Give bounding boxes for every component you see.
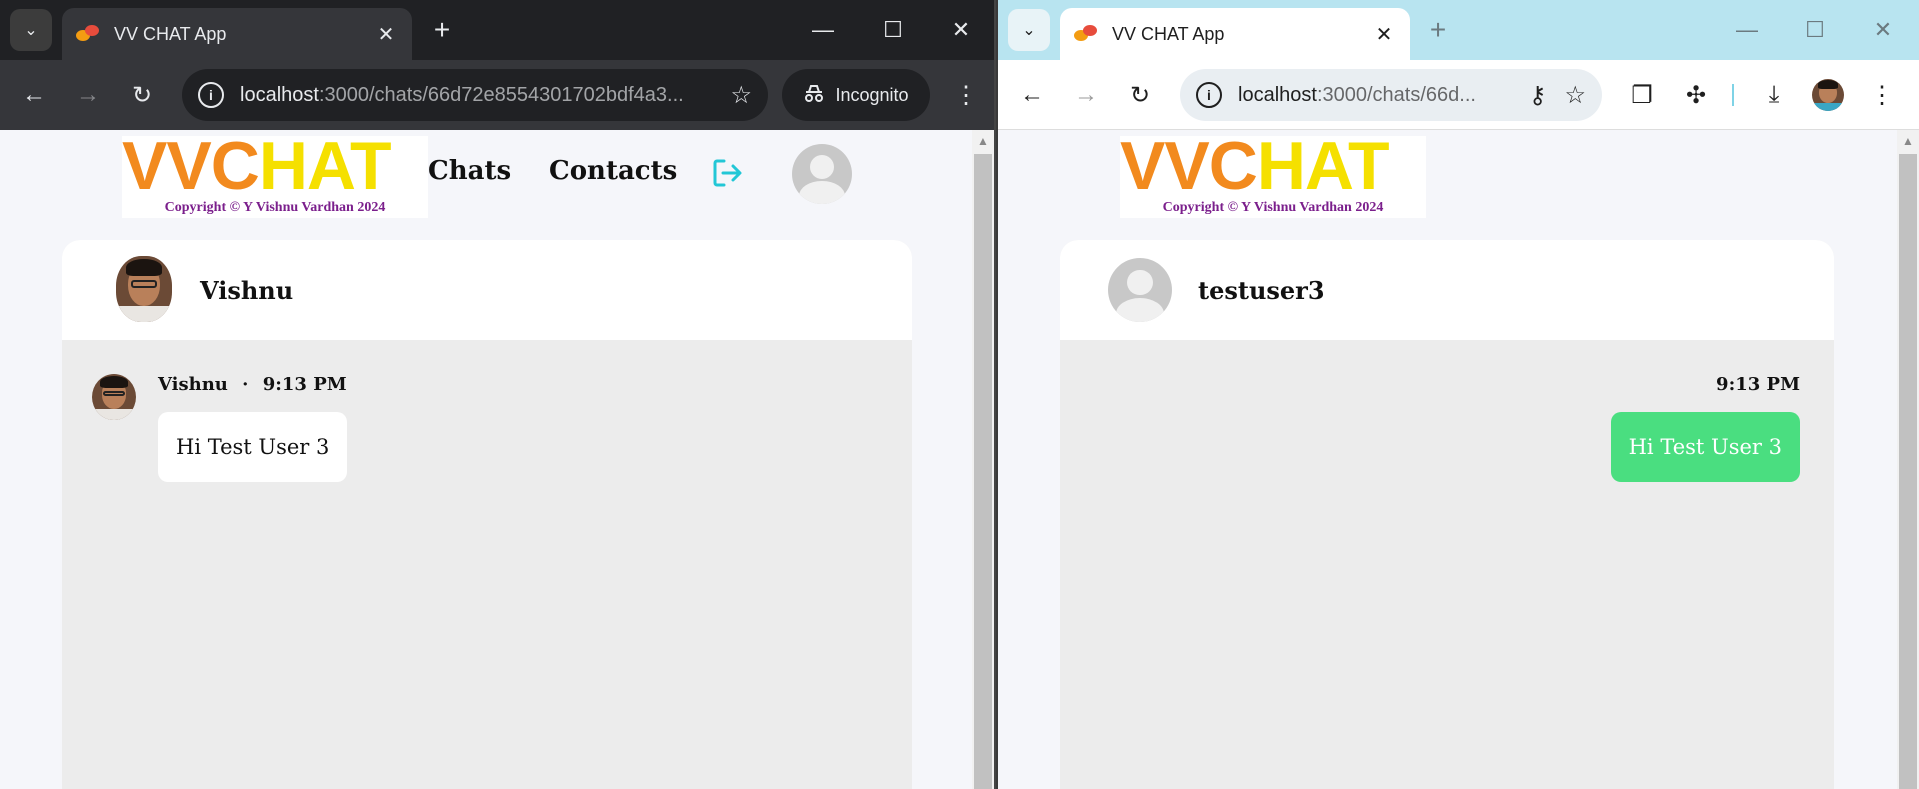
tab-search-button[interactable]: ⌄ bbox=[1008, 9, 1050, 51]
copyright-text: Copyright © Y Vishnu Vardhan 2024 bbox=[164, 200, 386, 215]
logo-wordmark: VVCHAT bbox=[1120, 130, 1390, 204]
maximize-button[interactable]: ☐ bbox=[858, 0, 928, 60]
extensions-puzzle-icon[interactable]: ✣ bbox=[1678, 77, 1714, 113]
site-info-icon[interactable]: i bbox=[198, 82, 224, 108]
meta-separator: · bbox=[242, 374, 249, 395]
password-key-icon[interactable]: ⚷ bbox=[1529, 81, 1547, 110]
profile-avatar[interactable] bbox=[1812, 79, 1844, 111]
reading-list-icon[interactable]: ❐ bbox=[1624, 77, 1660, 113]
toolbar-divider bbox=[1732, 84, 1734, 106]
page-viewport: VVCHAT Copyright © Y Vishnu Vardhan 2024… bbox=[998, 130, 1919, 789]
tab-search-button[interactable]: ⌄ bbox=[10, 9, 52, 51]
chat-bubbles-favicon-icon bbox=[1074, 24, 1098, 44]
message-bubble-received[interactable]: Hi Test User 3 bbox=[158, 412, 348, 482]
chat-panel: testuser3 9:13 PM Hi Test User 3 bbox=[1060, 240, 1834, 789]
bookmark-star-icon[interactable]: ☆ bbox=[1564, 81, 1586, 110]
chevron-down-icon: ⌄ bbox=[1022, 22, 1036, 39]
message-sender: Vishnu bbox=[158, 374, 228, 395]
page-scrollbar[interactable]: ▲ bbox=[1897, 130, 1919, 789]
vvchat-logo[interactable]: VVCHAT Copyright © Y Vishnu Vardhan 2024 bbox=[122, 130, 428, 218]
url-text: localhost:3000/chats/66d... bbox=[1238, 83, 1476, 106]
user-avatar[interactable] bbox=[792, 144, 852, 204]
address-bar[interactable]: i localhost:3000/chats/66d72e8554301702b… bbox=[182, 69, 768, 121]
tab-title: VV CHAT App bbox=[114, 23, 227, 44]
message-bubble-sent[interactable]: Hi Test User 3 bbox=[1610, 412, 1800, 482]
browser-toolbar: ← → ↻ i localhost:3000/chats/66d... ⚷ ☆ … bbox=[998, 60, 1919, 130]
more-menu-icon[interactable]: ⋮ bbox=[948, 77, 984, 113]
browser-window: ⌄ VV CHAT App ✕ + — ☐ ✕ ← → ↻ i localhos… bbox=[998, 0, 1919, 789]
chat-header: Vishnu bbox=[62, 240, 912, 340]
browser-tab[interactable]: VV CHAT App ✕ bbox=[62, 8, 412, 60]
minimize-button[interactable]: — bbox=[1712, 0, 1782, 60]
browser-toolbar: ← → ↻ i localhost:3000/chats/66d72e85543… bbox=[0, 60, 994, 130]
message-meta: Vishnu · 9:13 PM bbox=[158, 374, 347, 395]
maximize-button[interactable]: ☐ bbox=[1780, 0, 1850, 60]
title-bar: ⌄ VV CHAT App ✕ + — ☐ ✕ bbox=[0, 0, 994, 60]
page-scrollbar[interactable]: ▲ bbox=[972, 130, 994, 789]
address-bar[interactable]: i localhost:3000/chats/66d... ⚷ ☆ bbox=[1180, 69, 1602, 121]
message-time: 9:13 PM bbox=[1716, 374, 1800, 395]
url-text: localhost:3000/chats/66d72e8554301702bdf… bbox=[240, 83, 684, 106]
reload-icon[interactable]: ↻ bbox=[124, 77, 160, 113]
download-icon[interactable]: ⤓ bbox=[1756, 77, 1792, 113]
contact-avatar[interactable] bbox=[1108, 258, 1172, 322]
browser-tab[interactable]: VV CHAT App ✕ bbox=[1060, 8, 1410, 60]
chat-header: testuser3 bbox=[1060, 240, 1834, 340]
chat-partner-name: Vishnu bbox=[200, 276, 294, 305]
message-sender-avatar bbox=[92, 374, 136, 420]
chat-panel: Vishnu Vishnu · 9:13 PM Hi Test User 3 bbox=[62, 240, 912, 789]
close-window-button[interactable]: ✕ bbox=[1848, 0, 1918, 60]
incognito-label: Incognito bbox=[835, 84, 909, 105]
close-tab-icon[interactable]: ✕ bbox=[1372, 22, 1396, 47]
chat-bubbles-favicon-icon bbox=[76, 24, 100, 44]
new-tab-button[interactable]: + bbox=[424, 12, 460, 48]
logo-wordmark: VVCHAT bbox=[122, 130, 392, 204]
logout-icon[interactable] bbox=[710, 156, 744, 190]
close-tab-icon[interactable]: ✕ bbox=[374, 22, 398, 47]
chat-partner-name: testuser3 bbox=[1198, 276, 1325, 305]
nav-chats-link[interactable]: Chats bbox=[428, 156, 511, 186]
tab-title: VV CHAT App bbox=[1112, 23, 1225, 44]
browser-window-incognito: ⌄ VV CHAT App ✕ + — ☐ ✕ ← → ↻ i localhos… bbox=[0, 0, 996, 789]
minimize-button[interactable]: — bbox=[788, 0, 858, 60]
vvchat-logo[interactable]: VVCHAT Copyright © Y Vishnu Vardhan 2024 bbox=[1120, 130, 1426, 218]
forward-arrow-icon[interactable]: → bbox=[70, 77, 106, 113]
nav-contacts-link[interactable]: Contacts bbox=[549, 156, 677, 186]
copyright-text: Copyright © Y Vishnu Vardhan 2024 bbox=[1162, 200, 1384, 215]
forward-arrow-icon[interactable]: → bbox=[1068, 77, 1104, 113]
back-arrow-icon[interactable]: ← bbox=[1014, 77, 1050, 113]
contact-avatar[interactable] bbox=[116, 256, 172, 322]
incognito-indicator[interactable]: Incognito bbox=[782, 69, 930, 121]
back-arrow-icon[interactable]: ← bbox=[16, 77, 52, 113]
page-viewport: VVCHAT Copyright © Y Vishnu Vardhan 2024… bbox=[0, 130, 994, 789]
new-tab-button[interactable]: + bbox=[1420, 12, 1456, 48]
close-window-button[interactable]: ✕ bbox=[926, 0, 994, 60]
site-info-icon[interactable]: i bbox=[1196, 82, 1222, 108]
title-bar: ⌄ VV CHAT App ✕ + — ☐ ✕ bbox=[998, 0, 1919, 60]
reload-icon[interactable]: ↻ bbox=[1122, 77, 1158, 113]
more-menu-icon[interactable]: ⋮ bbox=[1864, 77, 1900, 113]
message-time: 9:13 PM bbox=[262, 374, 347, 395]
incognito-icon bbox=[803, 83, 825, 108]
bookmark-star-icon[interactable]: ☆ bbox=[730, 81, 752, 110]
chevron-down-icon: ⌄ bbox=[24, 22, 38, 39]
